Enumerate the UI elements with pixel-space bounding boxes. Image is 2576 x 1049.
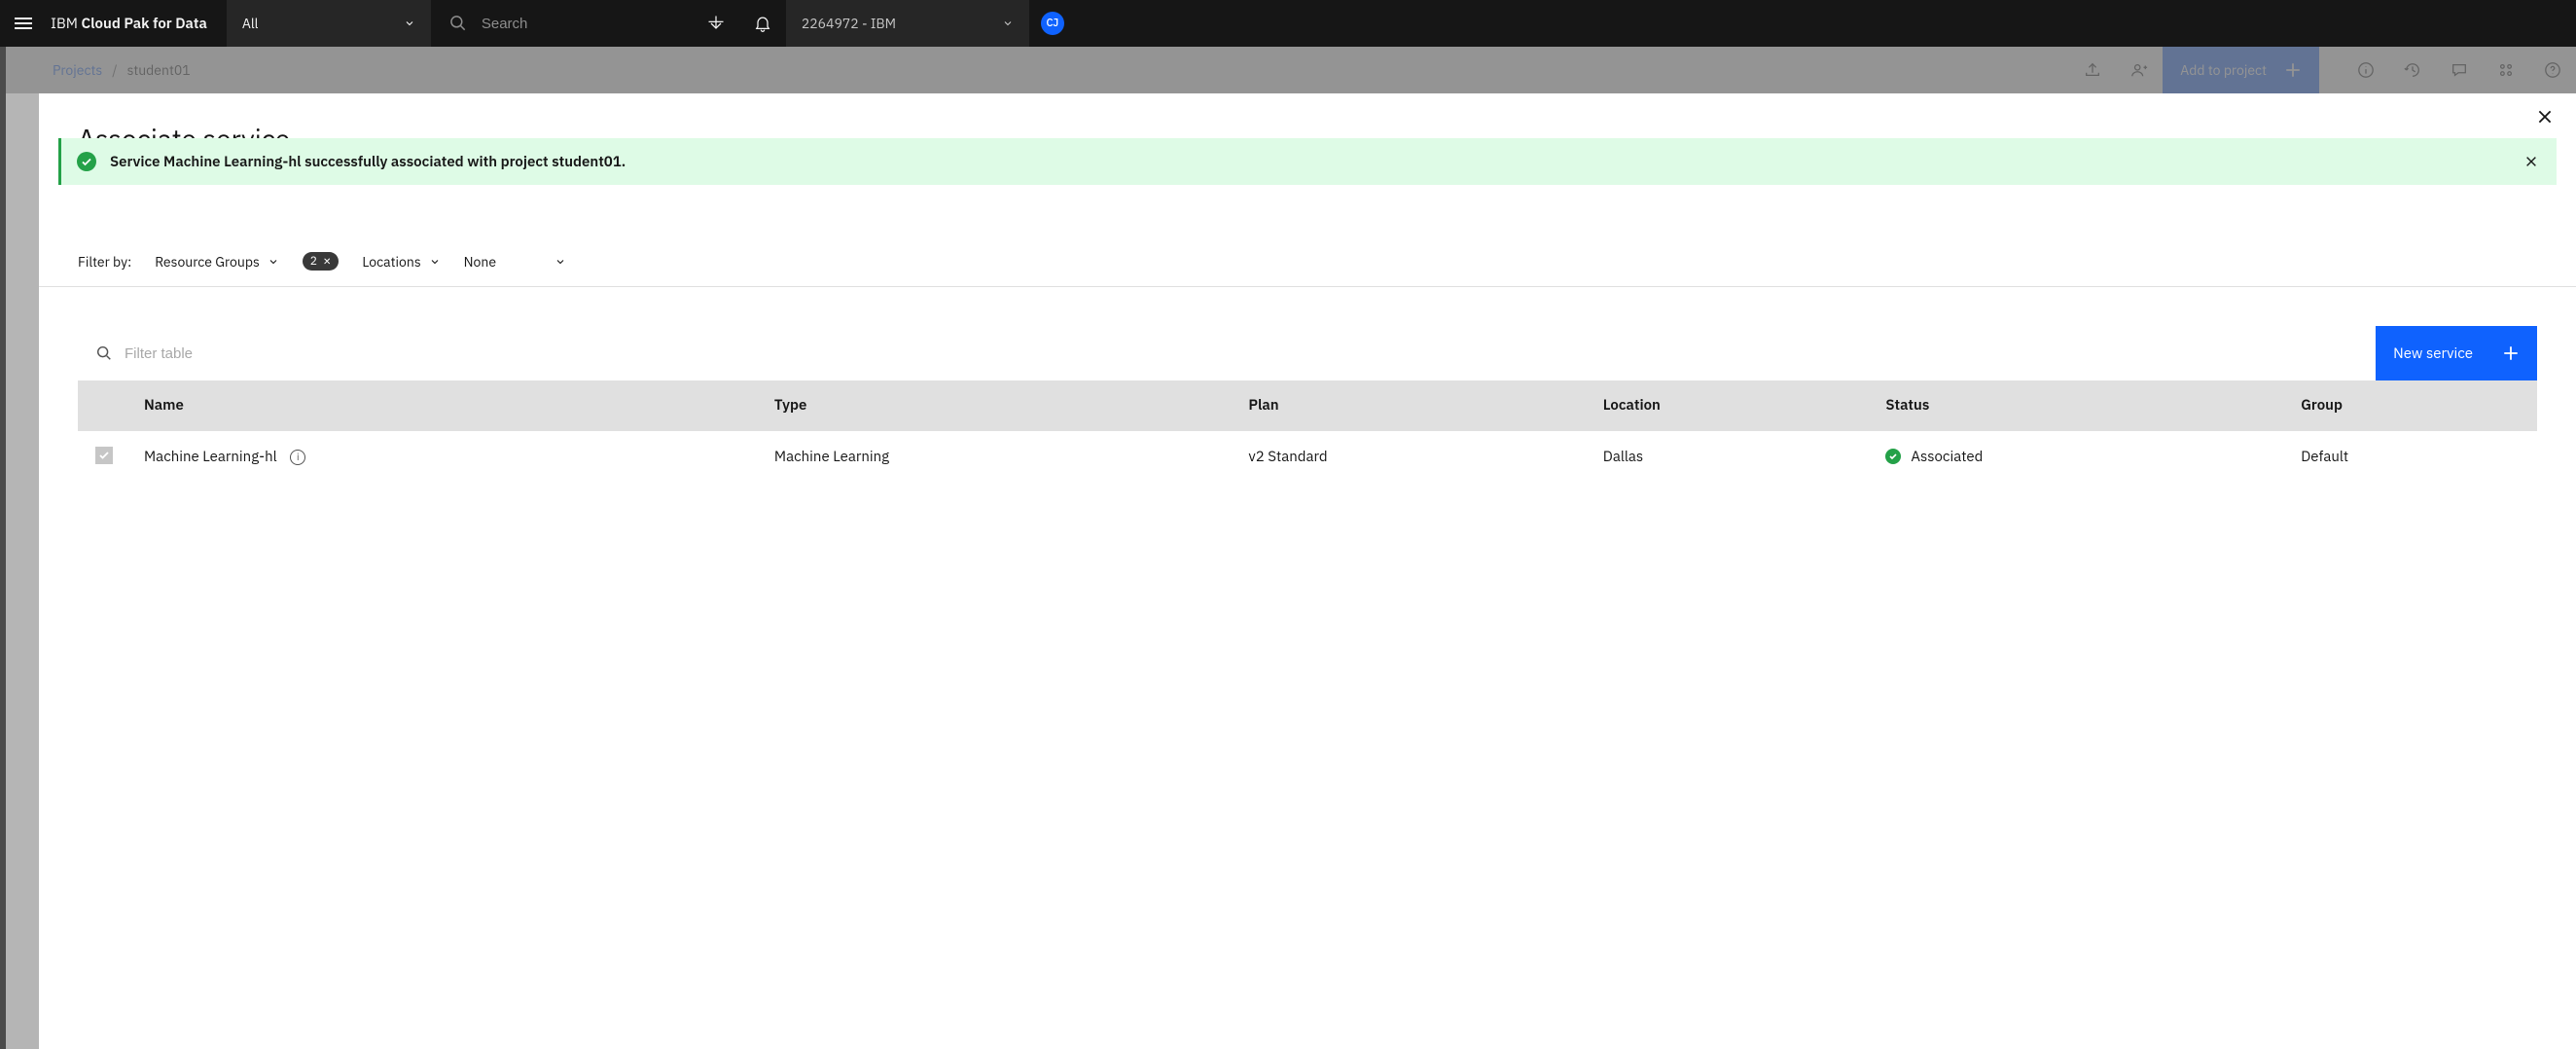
close-icon xyxy=(2536,108,2554,126)
row-checkbox[interactable] xyxy=(95,447,113,464)
filter-tag-count-value: 2 xyxy=(310,254,317,269)
brand-main: Cloud Pak for Data xyxy=(82,15,207,33)
col-checkbox xyxy=(78,380,130,431)
checkmark-filled-icon xyxy=(77,152,96,171)
subheader-dim xyxy=(6,47,2576,93)
col-type: Type xyxy=(761,380,1234,431)
global-search[interactable] xyxy=(431,14,693,33)
row-status-label: Associated xyxy=(1911,448,1983,466)
modal-close-button[interactable] xyxy=(2529,101,2560,132)
account-dropdown[interactable]: 2264972 - IBM xyxy=(786,0,1029,47)
table-header-row: Name Type Plan Location Status Group xyxy=(78,380,2537,431)
row-plan: v2 Standard xyxy=(1234,431,1589,483)
brand-title: IBM Cloud Pak for Data xyxy=(47,15,227,33)
status-success-icon xyxy=(1885,449,1901,464)
search-icon xyxy=(95,344,113,362)
col-plan: Plan xyxy=(1234,380,1589,431)
chevron-down-icon xyxy=(555,256,566,268)
associate-service-modal: Associate service Service Machine Learni… xyxy=(39,93,2576,1049)
filter-by-label: Filter by: xyxy=(78,253,131,271)
filter-resource-groups[interactable]: Resource Groups xyxy=(155,253,279,271)
services-table: Name Type Plan Location Status Group xyxy=(78,380,2537,482)
filter-resource-groups-label: Resource Groups xyxy=(155,253,260,271)
notifications-icon[interactable] xyxy=(739,0,786,47)
row-location: Dallas xyxy=(1590,431,1873,483)
table-toolbar: New service xyxy=(78,326,2537,380)
col-group: Group xyxy=(2287,380,2537,431)
chevron-down-icon xyxy=(268,256,279,268)
plus-icon xyxy=(2502,344,2520,362)
row-name: Machine Learning-hl xyxy=(144,448,277,466)
top-navbar: IBM Cloud Pak for Data All 2264972 - IBM… xyxy=(0,0,2576,47)
new-service-button[interactable]: New service xyxy=(2376,326,2537,380)
chevron-down-icon xyxy=(404,18,415,29)
toast-message: Service Machine Learning-hl successfully… xyxy=(110,153,2508,171)
chevron-down-icon xyxy=(1002,18,1014,29)
filter-none-label: None xyxy=(464,253,496,271)
brand-prefix: IBM xyxy=(51,15,82,33)
scope-dropdown[interactable]: All xyxy=(227,0,431,47)
filter-none-dropdown[interactable]: None xyxy=(464,253,566,271)
filter-locations-label: Locations xyxy=(362,253,420,271)
filter-tag-count[interactable]: 2 ✕ xyxy=(303,252,340,271)
global-search-input[interactable] xyxy=(482,16,675,32)
col-status: Status xyxy=(1872,380,2287,431)
close-icon xyxy=(2524,155,2538,168)
col-location: Location xyxy=(1590,380,1873,431)
nav-right: 2264972 - IBM CJ xyxy=(693,0,1076,47)
new-service-label: New service xyxy=(2393,344,2473,363)
toast-close-button[interactable] xyxy=(2522,152,2541,171)
account-label: 2264972 - IBM xyxy=(802,15,896,32)
row-group: Default xyxy=(2287,431,2537,483)
checkmark-icon xyxy=(98,450,110,461)
row-status: Associated xyxy=(1885,448,2273,466)
data-icon[interactable] xyxy=(693,0,739,47)
services-table-wrap: New service Name Type Plan Location Stat… xyxy=(39,287,2576,521)
filter-locations[interactable]: Locations xyxy=(362,253,440,271)
search-icon xyxy=(448,14,468,33)
scope-dropdown-label: All xyxy=(242,15,259,32)
avatar[interactable]: CJ xyxy=(1041,12,1064,35)
close-icon: ✕ xyxy=(323,255,331,268)
table-search[interactable] xyxy=(78,326,2376,380)
info-icon[interactable]: i xyxy=(290,450,305,465)
menu-icon[interactable] xyxy=(0,0,47,47)
row-type: Machine Learning xyxy=(761,431,1234,483)
success-toast: Service Machine Learning-hl successfully… xyxy=(58,138,2557,185)
nav-left: IBM Cloud Pak for Data All xyxy=(0,0,693,47)
table-row[interactable]: Machine Learning-hl i Machine Learning v… xyxy=(78,431,2537,483)
col-name: Name xyxy=(130,380,761,431)
table-filter-input[interactable] xyxy=(125,345,2358,362)
chevron-down-icon xyxy=(429,256,441,268)
filter-bar: Filter by: Resource Groups 2 ✕ Locations… xyxy=(39,215,2576,287)
